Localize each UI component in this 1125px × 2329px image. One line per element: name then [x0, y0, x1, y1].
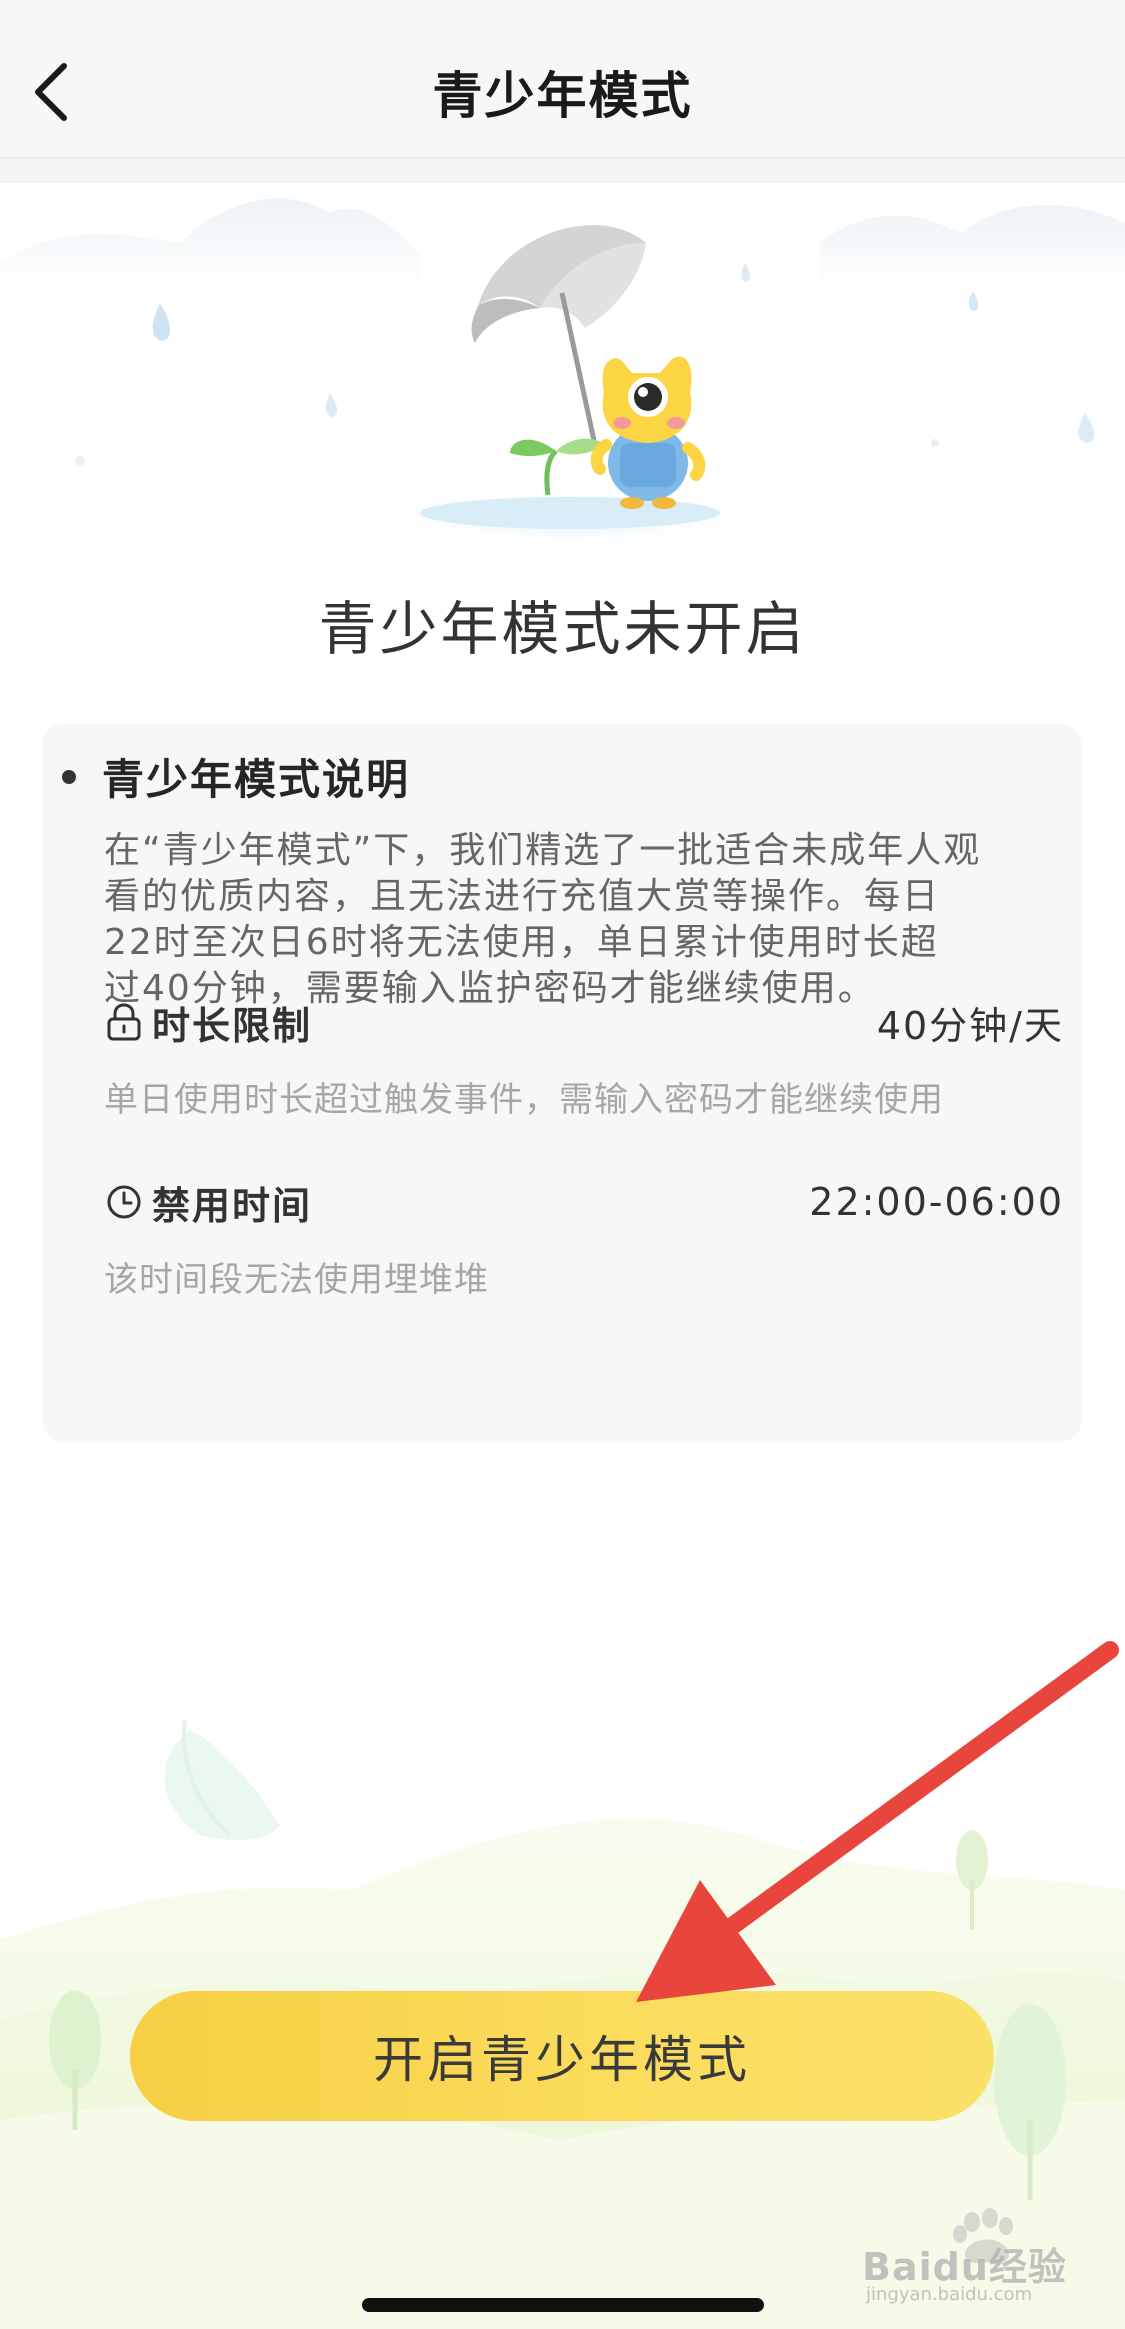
description-line: 看的优质内容，且无法进行充值大赏等操作。每日 [104, 876, 941, 917]
enable-youth-mode-button[interactable]: 开启青少年模式 [130, 1991, 994, 2121]
page-title: 青少年模式 [432, 67, 693, 125]
card-heading: 青少年模式说明 [102, 755, 411, 804]
time-limit-label: 时长限制 [152, 1003, 313, 1048]
description-line: 在“青少年模式”下，我们精选了一批适合未成年人观 [104, 830, 982, 871]
disabled-time-value: 22:00-06:00 [809, 1180, 1064, 1224]
mascot-umbrella-illustration [0, 198, 1125, 548]
clock-icon [104, 1182, 144, 1222]
disabled-time-label: 禁用时间 [152, 1183, 313, 1228]
description-line: 22时至次日6时将无法使用，单日累计使用时长超 [104, 922, 939, 963]
mode-description: 在“青少年模式”下，我们精选了一批适合未成年人观 看的优质内容，且无法进行充值大… [104, 828, 1074, 1012]
time-limit-row: 时长限制 40分钟/天 [104, 994, 1064, 1050]
time-limit-note: 单日使用时长超过触发事件，需输入密码才能继续使用 [104, 1080, 944, 1120]
lock-icon [104, 1002, 144, 1042]
disabled-time-label-group: 禁用时间 [104, 1175, 312, 1230]
watermark-brand: Baidu经验 [862, 2245, 1067, 2289]
time-limit-value: 40分钟/天 [876, 1003, 1064, 1048]
nav-bar: 青少年模式 [0, 0, 1125, 159]
header-divider [0, 159, 1125, 183]
disabled-time-note: 该时间段无法使用埋堆堆 [104, 1260, 489, 1300]
card-header: 青少年模式说明 [62, 746, 410, 807]
disabled-time-row: 禁用时间 22:00-06:00 [104, 1174, 1064, 1230]
time-limit-label-group: 时长限制 [104, 995, 312, 1050]
watermark-url: jingyan.baidu.com [866, 2284, 1033, 2305]
mode-status-title: 青少年模式未开启 [318, 595, 807, 663]
mode-info-card: 青少年模式说明 在“青少年模式”下，我们精选了一批适合未成年人观 看的优质内容，… [42, 724, 1082, 1442]
bullet-dot-icon [62, 769, 76, 784]
home-indicator[interactable] [362, 2298, 764, 2312]
